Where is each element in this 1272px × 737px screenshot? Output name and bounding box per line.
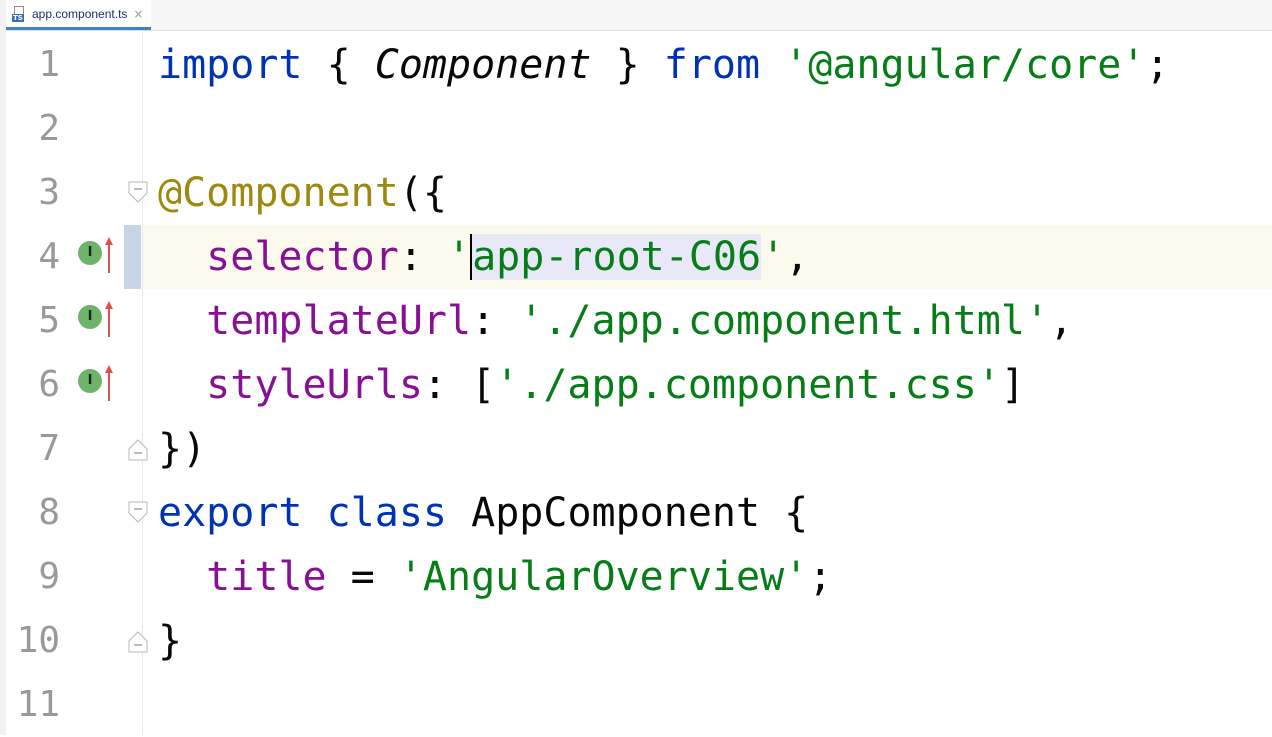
line-number: 8 (38, 492, 60, 533)
code-text[interactable]: }) (158, 417, 206, 481)
code-line-1: 1 import { Component } from '@angular/co… (6, 33, 1272, 97)
selected-text: app-root-C06 (470, 234, 762, 280)
override-up-arrow-icon[interactable] (104, 235, 114, 273)
code-text[interactable]: @Component({ (158, 161, 447, 225)
tab-app-component-ts[interactable]: TS app.component.ts × (6, 0, 152, 30)
tab-label: app.component.ts (32, 6, 128, 21)
line-number: 4 (38, 236, 60, 277)
code-line-5: 5 I templateUrl: './app.component.html', (6, 289, 1272, 353)
override-up-arrow-icon[interactable] (104, 299, 114, 337)
code-text[interactable]: title = 'AngularOverview'; (158, 545, 832, 609)
close-tab-icon[interactable]: × (133, 7, 143, 21)
code-line-2: 2 (6, 97, 1272, 161)
fold-collapse-icon[interactable] (128, 501, 148, 523)
code-text[interactable]: export class AppComponent { (158, 481, 808, 545)
code-line-4: 4 I selector: 'app-root-C06', (6, 225, 1272, 289)
code-line-6: 6 I styleUrls: ['./app.component.css'] (6, 353, 1272, 417)
code-text[interactable]: } (158, 609, 182, 673)
code-line-8: 8 export class AppComponent { (6, 481, 1272, 545)
override-up-arrow-icon[interactable] (104, 363, 114, 401)
code-line-11: 11 (6, 673, 1272, 737)
line-number: 5 (38, 300, 60, 341)
line-number: 11 (16, 684, 60, 725)
line-number: 7 (38, 428, 60, 469)
code-text[interactable]: templateUrl: './app.component.html', (158, 289, 1073, 353)
code-text[interactable]: styleUrls: ['./app.component.css'] (158, 353, 1025, 417)
implement-method-icon[interactable]: I (78, 369, 102, 393)
code-line-7: 7 }) (6, 417, 1272, 481)
line-number: 1 (38, 44, 60, 85)
code-editor[interactable]: 1 import { Component } from '@angular/co… (6, 31, 1272, 735)
code-text[interactable]: import { Component } from '@angular/core… (158, 33, 1170, 97)
editor-tab-bar: TS app.component.ts × (6, 0, 1272, 31)
implement-method-icon[interactable]: I (78, 305, 102, 329)
code-line-3: 3 @Component({ (6, 161, 1272, 225)
fold-collapse-icon[interactable] (128, 181, 148, 203)
code-line-9: 9 title = 'AngularOverview'; (6, 545, 1272, 609)
code-text[interactable]: selector: 'app-root-C06', (158, 225, 809, 289)
fold-end-icon[interactable] (128, 439, 148, 461)
code-line-10: 10 } (6, 609, 1272, 673)
line-number: 10 (16, 620, 60, 661)
typescript-file-icon: TS (12, 5, 28, 22)
line-number: 3 (38, 172, 60, 213)
implement-method-icon[interactable]: I (78, 241, 102, 265)
fold-end-icon[interactable] (128, 631, 148, 653)
line-number: 9 (38, 556, 60, 597)
line-number: 2 (38, 108, 60, 149)
line-number: 6 (38, 364, 60, 405)
